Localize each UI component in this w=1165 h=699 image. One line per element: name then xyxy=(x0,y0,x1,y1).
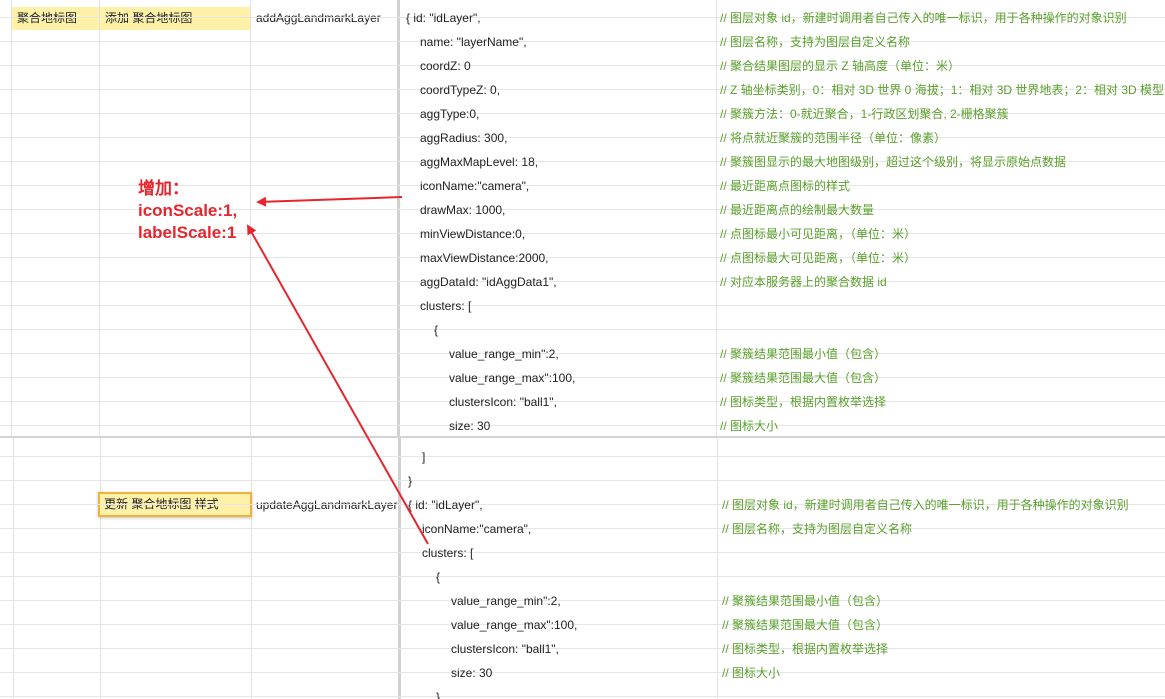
arrow-to-annotation xyxy=(256,196,403,207)
arrow-to-annotation xyxy=(247,224,429,545)
annotation-arrows xyxy=(247,196,429,545)
